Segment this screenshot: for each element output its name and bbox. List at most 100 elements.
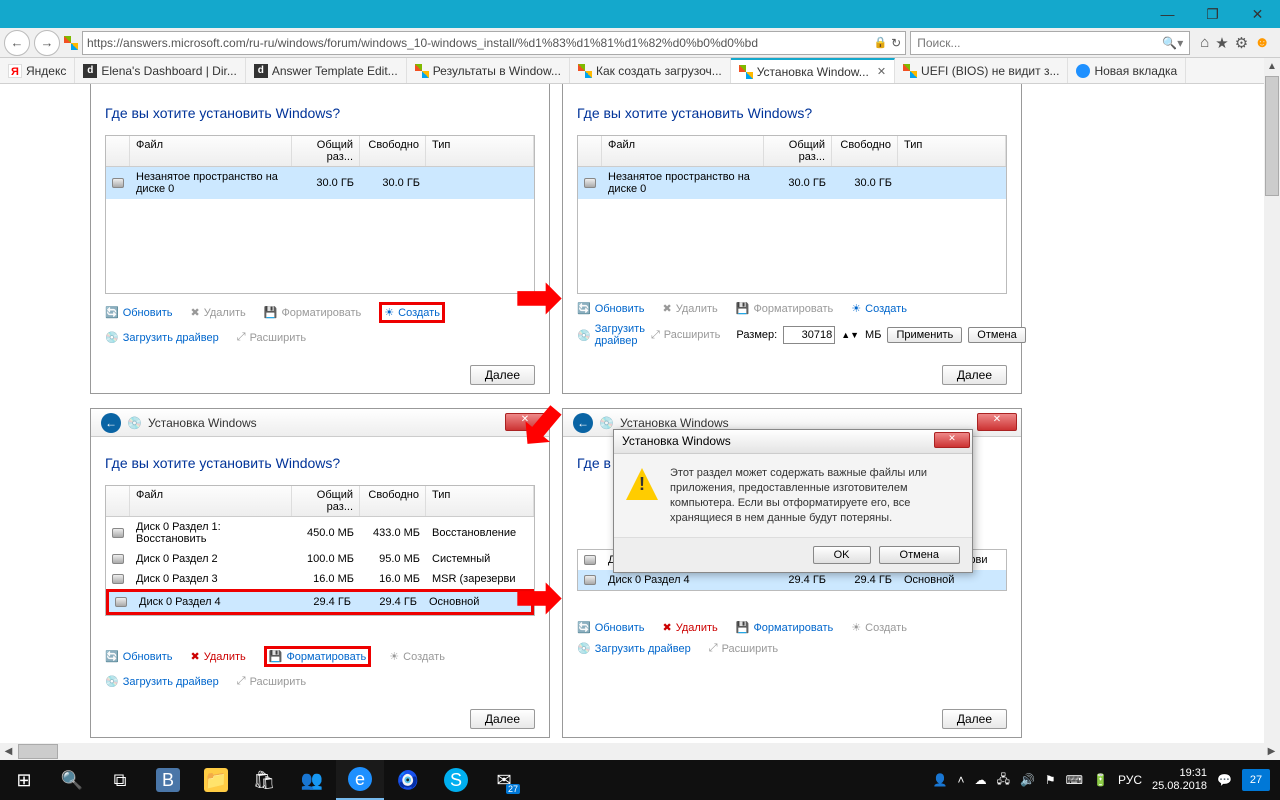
- refresh-tool[interactable]: 🔄Обновить: [105, 646, 173, 667]
- taskbar-app-assist[interactable]: 🧿: [384, 760, 432, 800]
- delete-tool[interactable]: ✖Удалить: [191, 646, 246, 667]
- panel-heading: Где вы хотите установить Windows?: [91, 84, 549, 131]
- tab-install-active[interactable]: Установка Window...✕: [731, 58, 895, 83]
- back-button[interactable]: ←: [4, 30, 30, 56]
- ok-button[interactable]: OK: [813, 546, 871, 564]
- tab-results[interactable]: Результаты в Window...: [407, 58, 570, 83]
- next-button[interactable]: Далее: [942, 365, 1007, 385]
- language-indicator[interactable]: РУС: [1118, 773, 1142, 787]
- taskbar-app-ie[interactable]: e: [336, 760, 384, 800]
- load-driver-tool[interactable]: 💿Загрузить драйвер: [577, 642, 691, 655]
- disk-table: ФайлОбщий раз...СвободноТип Незанятое пр…: [105, 135, 535, 294]
- clock[interactable]: 19:3125.08.2018: [1152, 767, 1207, 793]
- panel-close-icon[interactable]: ✕: [977, 413, 1017, 431]
- delete-tool[interactable]: ✖Удалить: [663, 621, 718, 634]
- horizontal-scrollbar[interactable]: ◀ ▶: [0, 743, 1280, 760]
- size-unit: МБ: [865, 329, 881, 341]
- forward-button[interactable]: →: [34, 30, 60, 56]
- disk-row-4-highlighted[interactable]: Диск 0 Раздел 429.4 ГБ29.4 ГБОсновной: [106, 589, 534, 615]
- tab-uefi[interactable]: UEFI (BIOS) не видит з...: [895, 58, 1068, 83]
- refresh-tool[interactable]: 🔄Обновить: [577, 621, 645, 634]
- address-bar[interactable]: https://answers.microsoft.com/ru-ru/wind…: [82, 31, 906, 55]
- refresh-icon[interactable]: ↻: [891, 36, 901, 50]
- start-button[interactable]: ⊞: [0, 760, 48, 800]
- page-content: Где вы хотите установить Windows? ФайлОб…: [0, 84, 1264, 760]
- tools-icon[interactable]: ⚙: [1235, 34, 1248, 52]
- scroll-right-icon[interactable]: ▶: [1263, 743, 1280, 760]
- refresh-tool[interactable]: 🔄Обновить: [105, 302, 173, 323]
- disk-row-3[interactable]: Диск 0 Раздел 316.0 МБ16.0 МБMSR (зарезе…: [106, 569, 534, 589]
- notifications-icon[interactable]: 💬: [1217, 773, 1232, 787]
- search-icon[interactable]: 🔍▾: [1162, 36, 1183, 50]
- next-button[interactable]: Далее: [942, 709, 1007, 729]
- panel-heading: Где вы хотите установить Windows?: [563, 84, 1021, 131]
- format-tool-highlighted[interactable]: 💾Форматировать: [264, 646, 372, 667]
- favorites-icon[interactable]: ★: [1215, 34, 1228, 52]
- dialog-close-icon[interactable]: ✕: [934, 432, 970, 448]
- ms-icon: [739, 65, 753, 79]
- taskview-button[interactable]: ⧉: [96, 760, 144, 800]
- tab-dashboard[interactable]: dElena's Dashboard | Dir...: [75, 58, 245, 83]
- refresh-tool[interactable]: 🔄Обновить: [577, 302, 645, 315]
- tab-close-icon[interactable]: ✕: [877, 65, 886, 78]
- load-driver-tool[interactable]: 💿Загрузить драйвер: [105, 675, 219, 688]
- taskbar-app-explorer[interactable]: 📁: [192, 760, 240, 800]
- taskbar-app-outlook[interactable]: ✉27: [480, 760, 528, 800]
- apply-button-highlighted[interactable]: Применить: [887, 327, 962, 343]
- disk-row-unallocated[interactable]: Незанятое пространство на диске 030.0 ГБ…: [106, 167, 534, 199]
- extend-tool: ⤢Расширить: [651, 329, 720, 342]
- search-bar[interactable]: Поиск... 🔍▾: [910, 31, 1190, 55]
- load-driver-tool[interactable]: 💿Загрузить драйвер: [577, 323, 645, 347]
- minimize-button[interactable]: —: [1145, 0, 1190, 28]
- network-icon[interactable]: 🖧: [997, 770, 1010, 791]
- taskbar-app-vk[interactable]: В: [144, 760, 192, 800]
- vertical-scrollbar[interactable]: ▲ ▼: [1264, 58, 1280, 761]
- format-tool: 💾Форматировать: [264, 302, 362, 323]
- new-tool: ☀Создать: [389, 646, 445, 667]
- tab-template[interactable]: dAnswer Template Edit...: [246, 58, 407, 83]
- load-driver-tool[interactable]: 💿Загрузить драйвер: [105, 331, 219, 344]
- new-tool-highlighted[interactable]: ☀Создать: [379, 302, 445, 323]
- scroll-thumb[interactable]: [1265, 76, 1279, 196]
- back-icon[interactable]: ←: [101, 413, 121, 433]
- tray-chevron-icon[interactable]: ˄: [958, 773, 965, 787]
- browser-toolbar: ← → https://answers.microsoft.com/ru-ru/…: [0, 28, 1280, 58]
- home-icon[interactable]: ⌂: [1200, 34, 1209, 52]
- people-icon[interactable]: 👤: [933, 773, 948, 787]
- tab-newtab[interactable]: Новая вкладка: [1068, 58, 1186, 83]
- disk-row-1[interactable]: Диск 0 Раздел 1: Восстановить450.0 МБ433…: [106, 517, 534, 549]
- scroll-left-icon[interactable]: ◀: [0, 743, 17, 760]
- format-tool[interactable]: 💾Форматировать: [736, 621, 834, 634]
- cancel-button[interactable]: Отмена: [968, 327, 1025, 343]
- volume-icon[interactable]: 🔊: [1020, 773, 1035, 787]
- close-button[interactable]: ✕: [1235, 0, 1280, 28]
- tab-yandex[interactable]: ЯЯндекс: [0, 58, 75, 83]
- warning-icon: !: [626, 468, 658, 500]
- scroll-thumb[interactable]: [18, 744, 58, 759]
- onedrive-icon[interactable]: ☁: [975, 773, 987, 787]
- taskbar-app-store[interactable]: 🛍: [240, 760, 288, 800]
- table-header: ФайлОбщий раз...СвободноТип: [106, 136, 534, 167]
- taskbar: ⊞ 🔍 ⧉ В 📁 🛍 👥 e 🧿 S ✉27 👤 ˄ ☁ 🖧 🔊 ⚑ ⌨ 🔋 …: [0, 760, 1280, 800]
- battery-icon[interactable]: 🔋: [1093, 773, 1108, 787]
- flag-icon[interactable]: ⚑: [1045, 773, 1056, 787]
- next-button[interactable]: Далее: [470, 709, 535, 729]
- cancel-button[interactable]: Отмена: [879, 546, 960, 564]
- taskbar-app-mail[interactable]: 👥: [288, 760, 336, 800]
- keyboard-icon[interactable]: ⌨: [1066, 773, 1083, 787]
- size-input[interactable]: [783, 326, 835, 344]
- search-button[interactable]: 🔍: [48, 760, 96, 800]
- taskbar-app-skype[interactable]: S: [432, 760, 480, 800]
- tab-bootable[interactable]: Как создать загрузоч...: [570, 58, 731, 83]
- next-button[interactable]: Далее: [470, 365, 535, 385]
- browser-actions: ⌂ ★ ⚙ ☻: [1194, 34, 1276, 52]
- size-row: 💿Загрузить драйвер ⤢Расширить Размер: ▲▼…: [563, 319, 1021, 351]
- notification-badge[interactable]: 27: [1242, 769, 1270, 791]
- disk-row-2[interactable]: Диск 0 Раздел 2100.0 МБ95.0 МБСистемный: [106, 549, 534, 569]
- smiley-icon[interactable]: ☻: [1254, 34, 1270, 52]
- maximize-button[interactable]: ❐: [1190, 0, 1235, 28]
- disk-row-unallocated[interactable]: Незанятое пространство на диске 030.0 ГБ…: [578, 167, 1006, 199]
- new-tool[interactable]: ☀Создать: [851, 302, 907, 315]
- scroll-up-icon[interactable]: ▲: [1264, 58, 1280, 75]
- delete-tool: ✖Удалить: [663, 302, 718, 315]
